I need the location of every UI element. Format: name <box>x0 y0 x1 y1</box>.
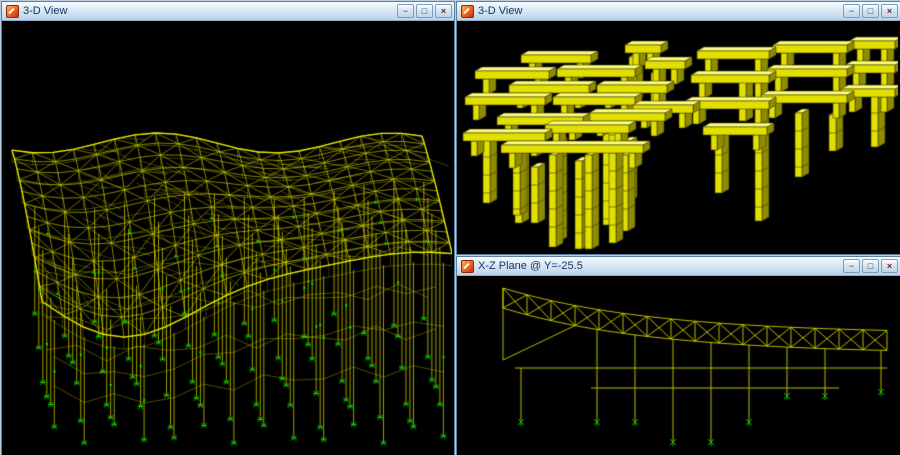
mdi-workspace: 3-D View − □ × 3-D View − □ × <box>0 0 900 455</box>
restore-button[interactable]: □ <box>862 259 879 273</box>
close-button[interactable]: × <box>881 4 898 18</box>
window-title: 3-D View <box>23 5 397 17</box>
window-title: 3-D View <box>478 5 843 17</box>
window-controls: − □ × <box>397 4 452 18</box>
window-icon <box>6 5 19 18</box>
close-button[interactable]: × <box>881 259 898 273</box>
window-3d-view-wireframe: 3-D View − □ × <box>1 1 455 455</box>
window-icon <box>461 260 474 273</box>
viewport-frame <box>457 276 900 455</box>
minimize-button[interactable]: − <box>397 4 414 18</box>
close-button[interactable]: × <box>435 4 452 18</box>
restore-button[interactable]: □ <box>862 4 879 18</box>
wireframe-3d-viewport[interactable] <box>2 21 452 453</box>
titlebar[interactable]: X-Z Plane @ Y=-25.5 − □ × <box>457 257 900 276</box>
titlebar[interactable]: 3-D View − □ × <box>2 2 454 21</box>
window-3d-view-extruded: 3-D View − □ × <box>456 1 900 255</box>
extruded-3d-viewport[interactable] <box>457 21 898 252</box>
window-controls: − □ × <box>843 4 898 18</box>
restore-button[interactable]: □ <box>416 4 433 18</box>
window-icon <box>461 5 474 18</box>
elevation-viewport[interactable] <box>457 276 898 453</box>
viewport-frame <box>457 21 900 254</box>
minimize-button[interactable]: − <box>843 259 860 273</box>
viewport-frame <box>2 21 454 455</box>
window-controls: − □ × <box>843 259 898 273</box>
titlebar[interactable]: 3-D View − □ × <box>457 2 900 21</box>
minimize-button[interactable]: − <box>843 4 860 18</box>
window-title: X-Z Plane @ Y=-25.5 <box>478 260 843 272</box>
window-xz-plane-view: X-Z Plane @ Y=-25.5 − □ × <box>456 256 900 455</box>
